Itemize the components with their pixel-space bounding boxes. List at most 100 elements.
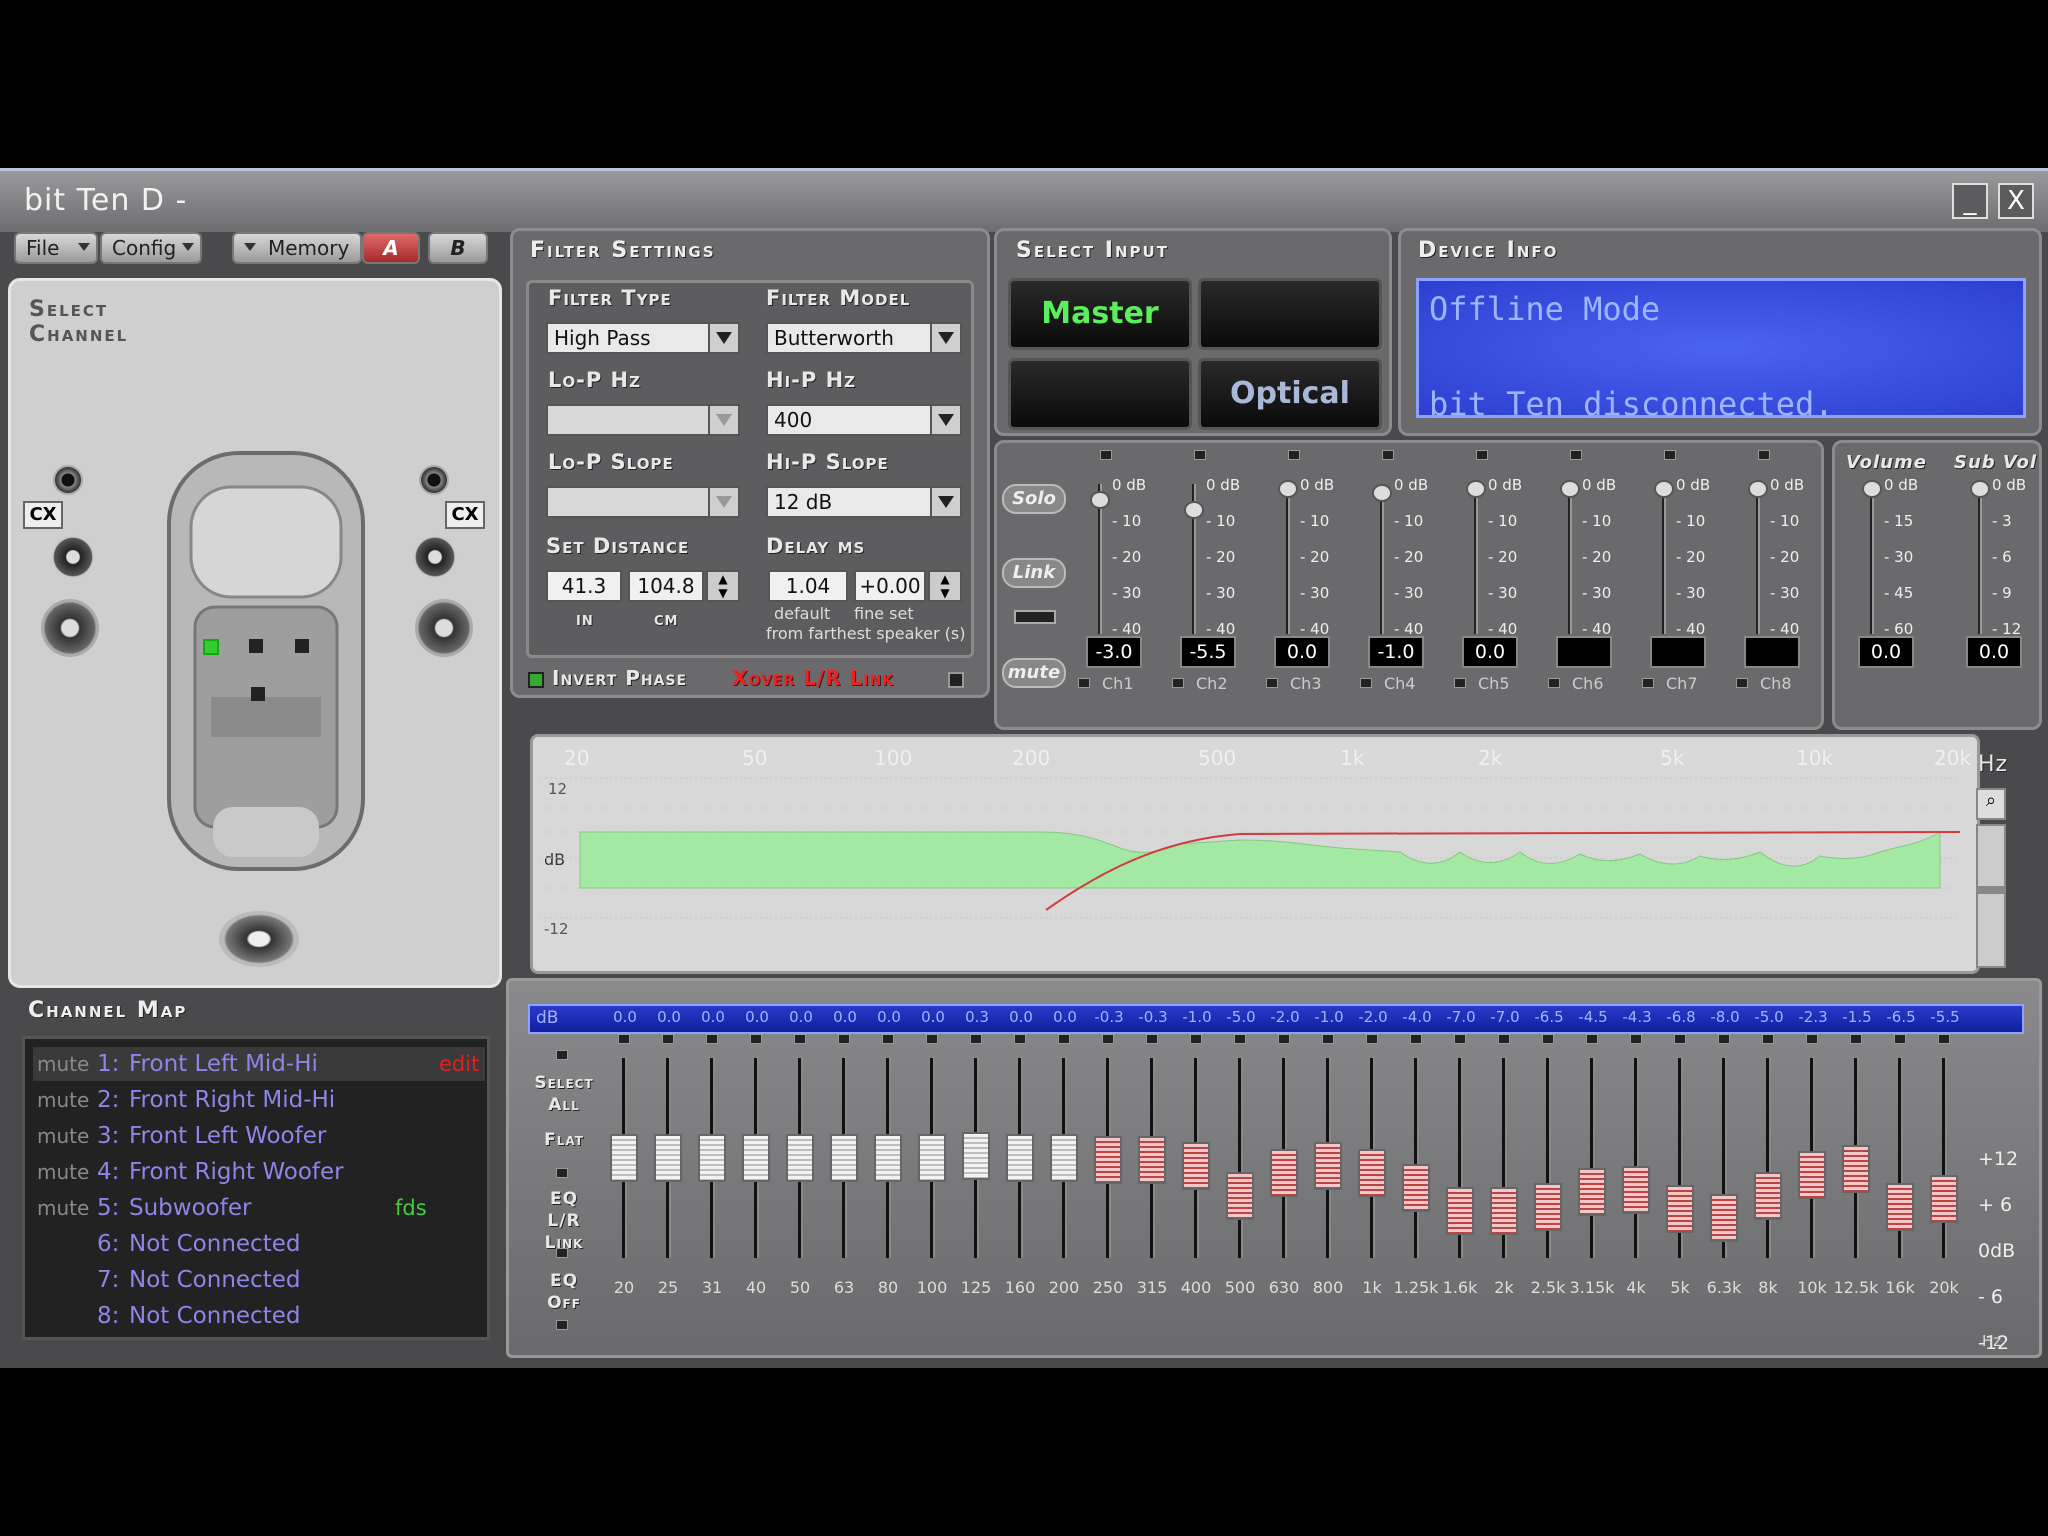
eq-slider-knob[interactable] <box>698 1134 726 1182</box>
fader-knob[interactable] <box>1372 483 1392 502</box>
dropdown-arrow-icon[interactable] <box>708 324 738 352</box>
fader-track[interactable] <box>1978 484 1982 634</box>
solo-indicator[interactable] <box>1664 450 1676 460</box>
eq-slider-knob[interactable] <box>1182 1141 1210 1190</box>
eq-slider-knob[interactable] <box>1138 1136 1166 1185</box>
channel-map-row[interactable]: 6: Not Connected <box>33 1227 485 1261</box>
eq-slider-knob[interactable] <box>1226 1171 1254 1220</box>
eq-band-select-indicator[interactable] <box>1630 1034 1642 1044</box>
fader-track[interactable] <box>1662 484 1666 634</box>
eq-slider-knob[interactable] <box>830 1134 858 1182</box>
midrange-left-icon[interactable] <box>51 535 95 579</box>
hip-hz-select[interactable]: 400 <box>766 404 962 436</box>
fader-knob[interactable] <box>1970 480 1990 498</box>
fader-knob[interactable] <box>1090 491 1110 510</box>
eq-band-select-indicator[interactable] <box>1234 1034 1246 1044</box>
link-toggle[interactable] <box>1014 610 1056 624</box>
eq-band-select-indicator[interactable] <box>1674 1034 1686 1044</box>
eq-band-select-indicator[interactable] <box>1586 1034 1598 1044</box>
fader-knob[interactable] <box>1466 480 1486 498</box>
eq-slider-knob[interactable] <box>1490 1186 1518 1235</box>
channel-mute-toggle[interactable]: mute <box>37 1083 89 1117</box>
eq-band-select-indicator[interactable] <box>1058 1034 1070 1044</box>
tweeter-right-icon[interactable] <box>419 465 449 495</box>
solo-indicator[interactable] <box>1570 450 1582 460</box>
eq-band-select-indicator[interactable] <box>662 1034 674 1044</box>
solo-indicator[interactable] <box>1758 450 1770 460</box>
xover-link-checkbox[interactable] <box>948 672 964 688</box>
channel-indicator-selected[interactable] <box>203 639 219 655</box>
select-all-button[interactable]: Select All <box>530 1072 598 1116</box>
eq-band-select-indicator[interactable] <box>1146 1034 1158 1044</box>
fader-knob[interactable] <box>1654 480 1674 498</box>
channel-gain-value[interactable] <box>1744 636 1800 668</box>
mute-indicator[interactable] <box>1360 678 1372 688</box>
dropdown-arrow-icon[interactable] <box>930 488 960 516</box>
solo-indicator[interactable] <box>1194 450 1206 460</box>
flat-button[interactable]: Flat <box>530 1130 598 1150</box>
delay-field[interactable]: 1.04 <box>768 570 848 602</box>
eq-band-select-indicator[interactable] <box>838 1034 850 1044</box>
subvol-value[interactable]: 0.0 <box>1966 636 2022 668</box>
eq-slider-knob[interactable] <box>654 1134 682 1182</box>
eq-slider-knob[interactable] <box>1050 1134 1078 1182</box>
eq-band-select-indicator[interactable] <box>1322 1034 1334 1044</box>
channel-gain-value[interactable]: 0.0 <box>1462 636 1518 668</box>
channel-map-row[interactable]: 8: Not Connected <box>33 1299 485 1333</box>
eq-off-button[interactable]: EQ Off <box>530 1270 598 1314</box>
eq-slider-track[interactable] <box>1590 1058 1595 1258</box>
eq-band-select-indicator[interactable] <box>1806 1034 1818 1044</box>
channel-extra[interactable]: edit <box>439 1047 479 1081</box>
solo-indicator[interactable] <box>1100 450 1112 460</box>
dropdown-arrow-icon[interactable] <box>708 406 738 434</box>
eq-slider-knob[interactable] <box>1886 1182 1914 1231</box>
eq-slider-track[interactable] <box>1414 1058 1419 1258</box>
filter-model-select[interactable]: Butterworth <box>766 322 962 354</box>
input-empty-button[interactable] <box>1008 358 1192 430</box>
lop-hz-select[interactable] <box>546 404 740 436</box>
link-button[interactable]: Link <box>1002 558 1066 588</box>
tweeter-left-icon[interactable] <box>53 465 83 495</box>
fader-track[interactable] <box>1286 484 1290 634</box>
graph-scrollbar[interactable] <box>1976 824 2006 968</box>
eq-band-select-indicator[interactable] <box>1190 1034 1202 1044</box>
eq-band-select-indicator[interactable] <box>1718 1034 1730 1044</box>
eq-band-select-indicator[interactable] <box>1762 1034 1774 1044</box>
eq-band-select-indicator[interactable] <box>1014 1034 1026 1044</box>
channel-indicator[interactable] <box>249 639 263 653</box>
mute-indicator[interactable] <box>1642 678 1654 688</box>
eq-slider-knob[interactable] <box>610 1134 638 1182</box>
channel-gain-value[interactable]: -1.0 <box>1368 636 1424 668</box>
solo-indicator[interactable] <box>1476 450 1488 460</box>
file-menu[interactable]: File <box>14 232 98 264</box>
memory-menu[interactable]: Memory <box>232 232 362 264</box>
input-empty-button[interactable] <box>1198 278 1382 350</box>
input-master-button[interactable]: Master <box>1008 278 1192 350</box>
eq-band-select-indicator[interactable] <box>1894 1034 1906 1044</box>
channel-gain-value[interactable]: -3.0 <box>1086 636 1142 668</box>
eq-band-select-indicator[interactable] <box>1498 1034 1510 1044</box>
eq-band-select-indicator[interactable] <box>618 1034 630 1044</box>
eq-band-select-indicator[interactable] <box>1938 1034 1950 1044</box>
mute-indicator[interactable] <box>1736 678 1748 688</box>
channel-map-row[interactable]: mute 5: Subwoofer fds <box>33 1191 485 1225</box>
mute-button[interactable]: mute <box>1002 658 1066 688</box>
eq-band-select-indicator[interactable] <box>970 1034 982 1044</box>
delay-fine-field[interactable]: +0.00 <box>854 570 926 602</box>
eq-slider-knob[interactable] <box>1798 1151 1826 1200</box>
channel-gain-value[interactable] <box>1556 636 1612 668</box>
eq-band-select-indicator[interactable] <box>750 1034 762 1044</box>
dropdown-arrow-icon[interactable] <box>930 324 960 352</box>
fader-track[interactable] <box>1474 484 1478 634</box>
scroll-thumb[interactable] <box>1978 886 2004 894</box>
eq-band-select-indicator[interactable] <box>1850 1034 1862 1044</box>
solo-indicator[interactable] <box>1382 450 1394 460</box>
eq-band-select-indicator[interactable] <box>1410 1034 1422 1044</box>
channel-mute-toggle[interactable]: mute <box>37 1047 89 1081</box>
eq-slider-knob[interactable] <box>1622 1166 1650 1215</box>
eq-slider-knob[interactable] <box>1930 1175 1958 1224</box>
eq-band-select-indicator[interactable] <box>926 1034 938 1044</box>
channel-mute-toggle[interactable]: mute <box>37 1191 89 1225</box>
distance-stepper[interactable]: ▲ ▼ <box>706 570 740 602</box>
fader-knob[interactable] <box>1184 500 1204 519</box>
